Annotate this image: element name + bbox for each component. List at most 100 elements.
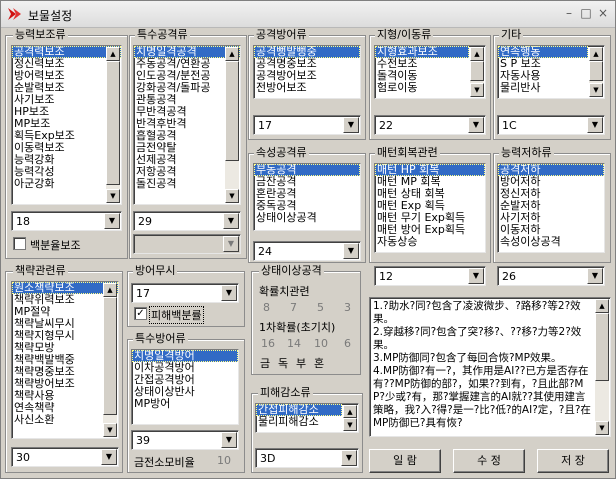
scrollbar[interactable]: ▲ ▼	[470, 47, 484, 97]
scrollbar[interactable]: ▲ ▼	[103, 283, 117, 437]
scroll-down-arrow-icon[interactable]: ▼	[589, 83, 603, 97]
dropdown-arrow-icon[interactable]: ▼	[104, 213, 120, 229]
list-item[interactable]: 순발력보조	[12, 82, 121, 94]
list-item[interactable]: 공격뻥발뻥중	[254, 46, 360, 58]
combo-attribute-attack[interactable]: 24 ▼	[253, 241, 361, 261]
dropdown-arrow-icon[interactable]: ▼	[223, 236, 239, 252]
list-item[interactable]: 공격력보조	[12, 46, 121, 58]
list-item[interactable]: 험로이동	[375, 82, 485, 94]
list-item[interactable]: 이동저하	[498, 224, 604, 236]
edit-button[interactable]: 수 정	[453, 449, 525, 473]
list-item[interactable]: MP보조	[12, 118, 121, 130]
scrollbar[interactable]: ▲ ▼	[106, 47, 120, 203]
listbox-ability-support[interactable]: 공격력보조 정신력보조 방어력보조 순발력보조 사기보조 HP보조 MP보조 획…	[11, 45, 122, 205]
listbox-special-defense[interactable]: 치명일격방어 이차공격방어 간접공격방어 상태이상반사 MP방어	[131, 349, 239, 425]
dropdown-arrow-icon[interactable]: ▼	[223, 213, 239, 229]
dropdown-arrow-icon[interactable]: ▼	[587, 117, 603, 133]
combo-special-attack-secondary[interactable]: ▼	[133, 234, 241, 254]
dropdown-arrow-icon[interactable]: ▼	[341, 450, 357, 466]
scroll-down-arrow-icon[interactable]: ▼	[470, 83, 484, 97]
damage-percent-checkbox[interactable]: ✓	[134, 307, 147, 320]
listbox-attack-defense[interactable]: 공격뻥발뻥중 공격명중보조 공격방어보조 전방어보조	[253, 45, 361, 99]
list-item[interactable]: 공격방어보조	[254, 70, 360, 82]
dropdown-arrow-icon[interactable]: ▼	[221, 285, 237, 301]
listbox-strategy[interactable]: 원소책략보조 책략위력보조 MP절약 책략날씨무시 책략지형무시 책략모방 책략…	[11, 281, 119, 439]
list-item[interactable]: 이동력보조	[12, 142, 121, 154]
listbox-ability-decrease[interactable]: 공격저하 방어저하 정신저하 순발저하 사기저하 이동저하 속성이상공격	[497, 163, 605, 253]
list-item[interactable]: 공격저하	[498, 164, 604, 176]
scroll-up-arrow-icon[interactable]: ▲	[470, 47, 484, 61]
list-item[interactable]: 순발저하	[498, 200, 604, 212]
combo-attack-defense[interactable]: 17 ▼	[253, 115, 361, 135]
listbox-damage-reduction[interactable]: 간접피해감소 물리피해감소 ▲ ▼	[255, 403, 359, 433]
list-item[interactable]: 지형효과보조	[375, 46, 469, 58]
combo-terrain-move[interactable]: 22 ▼	[374, 115, 486, 135]
list-item[interactable]: HP보조	[12, 106, 121, 118]
list-item[interactable]: 간접피해감소	[256, 404, 342, 416]
list-item[interactable]: 사기보조	[12, 94, 121, 106]
scroll-thumb[interactable]	[103, 297, 117, 415]
scroll-up-arrow-icon[interactable]: ▲	[106, 47, 120, 61]
combo-special-defense[interactable]: 39 ▼	[131, 430, 239, 450]
list-item[interactable]: 상태이상공격	[254, 212, 360, 224]
list-item[interactable]: 전방어보조	[254, 82, 360, 94]
list-item[interactable]: 자동상승	[375, 236, 485, 248]
list-item[interactable]: 연속행동	[498, 46, 588, 58]
scroll-up-arrow-icon[interactable]: ▲	[225, 47, 239, 61]
scroll-thumb[interactable]	[106, 61, 120, 185]
dropdown-arrow-icon[interactable]: ▼	[101, 449, 117, 465]
minimize-button[interactable]: –	[561, 6, 577, 21]
scrollbar[interactable]: ▲ ▼	[595, 299, 609, 435]
info-textarea[interactable]: 1.?助水?同?包含了凌波微步、?路移?等2?效果。 2.穿越移?同?包含了突?…	[369, 297, 611, 437]
scrollbar[interactable]: ▲ ▼	[343, 405, 357, 431]
listbox-special-attack[interactable]: 치명일격공격 주동공격/연환공 인도공격/분전공 강화공격/돌파공 관통공격 무…	[133, 45, 241, 205]
dropdown-arrow-icon[interactable]: ▼	[343, 243, 359, 259]
list-item[interactable]: 사기저하	[498, 212, 604, 224]
listbox-turn-recovery[interactable]: 매턴 HP 회복 매턴 MP 회복 매턴 상태 회복 매턴 Exp 획득 매턴 …	[374, 163, 486, 253]
scroll-thumb[interactable]	[589, 61, 603, 81]
listbox-misc[interactable]: 연속행동 S P 보조 자동사용 물리반사 ▲ ▼	[497, 45, 605, 99]
list-item[interactable]: 능력강화	[12, 154, 121, 166]
combo-ignore-defense[interactable]: 17 ▼	[131, 283, 239, 303]
list-item[interactable]: 매턴 HP 회복	[375, 164, 485, 176]
list-item[interactable]: 방어저하	[498, 176, 604, 188]
list-item[interactable]: 이차공격방어	[132, 362, 238, 374]
scroll-up-arrow-icon[interactable]: ▲	[595, 299, 609, 313]
list-item[interactable]: 혼란공격	[254, 188, 360, 200]
list-item[interactable]: 매턴 방어 Exp획득	[375, 224, 485, 236]
list-item[interactable]: 매턴 MP 회복	[375, 176, 485, 188]
list-item[interactable]: 간접공격방어	[132, 374, 238, 386]
list-item[interactable]: 치명일격방어	[132, 350, 238, 362]
read-button[interactable]: 일 람	[369, 449, 441, 473]
list-item[interactable]: 매턴 상태 회복	[375, 188, 485, 200]
list-item[interactable]: 방어력보조	[12, 70, 121, 82]
dropdown-arrow-icon[interactable]: ▼	[343, 117, 359, 133]
list-item[interactable]: 매턴 Exp 획득	[375, 200, 485, 212]
list-item[interactable]: 매턴 무기 Exp획득	[375, 212, 485, 224]
list-item[interactable]: MP방어	[132, 398, 238, 410]
scrollbar[interactable]: ▲ ▼	[225, 47, 239, 203]
listbox-terrain-move[interactable]: 지형효과보조 수전보조 돌격이동 험로이동 ▲ ▼	[374, 45, 486, 99]
combo-damage-reduction[interactable]: 3D ▼	[255, 448, 359, 468]
combo-strategy[interactable]: 30 ▼	[11, 447, 119, 467]
list-item[interactable]: 능력각성	[12, 166, 121, 178]
list-item[interactable]: 상태이상반사	[132, 386, 238, 398]
list-item[interactable]: 금잔공격	[254, 176, 360, 188]
list-item[interactable]: 수전보조	[375, 58, 485, 70]
save-button[interactable]: 저 장	[537, 449, 609, 473]
scroll-up-arrow-icon[interactable]: ▲	[343, 405, 357, 418]
list-item[interactable]: 정신력보조	[12, 58, 121, 70]
dropdown-arrow-icon[interactable]: ▼	[468, 268, 484, 284]
listbox-attribute-attack[interactable]: 부동공격 금잔공격 혼란공격 중독공격 상태이상공격	[253, 163, 361, 231]
scroll-down-arrow-icon[interactable]: ▼	[595, 421, 609, 435]
scroll-down-arrow-icon[interactable]: ▼	[103, 423, 117, 437]
scroll-thumb[interactable]	[470, 61, 484, 81]
scroll-down-arrow-icon[interactable]: ▼	[343, 418, 357, 431]
maximize-button[interactable]: □	[578, 6, 594, 21]
dropdown-arrow-icon[interactable]: ▼	[221, 432, 237, 448]
list-item[interactable]: 아군강화	[12, 178, 121, 190]
scroll-up-arrow-icon[interactable]: ▲	[589, 47, 603, 61]
list-item[interactable]: 공격명중보조	[254, 58, 360, 70]
list-item[interactable]: 획득Exp보조	[12, 130, 121, 142]
list-item[interactable]: 속성이상공격	[498, 236, 604, 248]
